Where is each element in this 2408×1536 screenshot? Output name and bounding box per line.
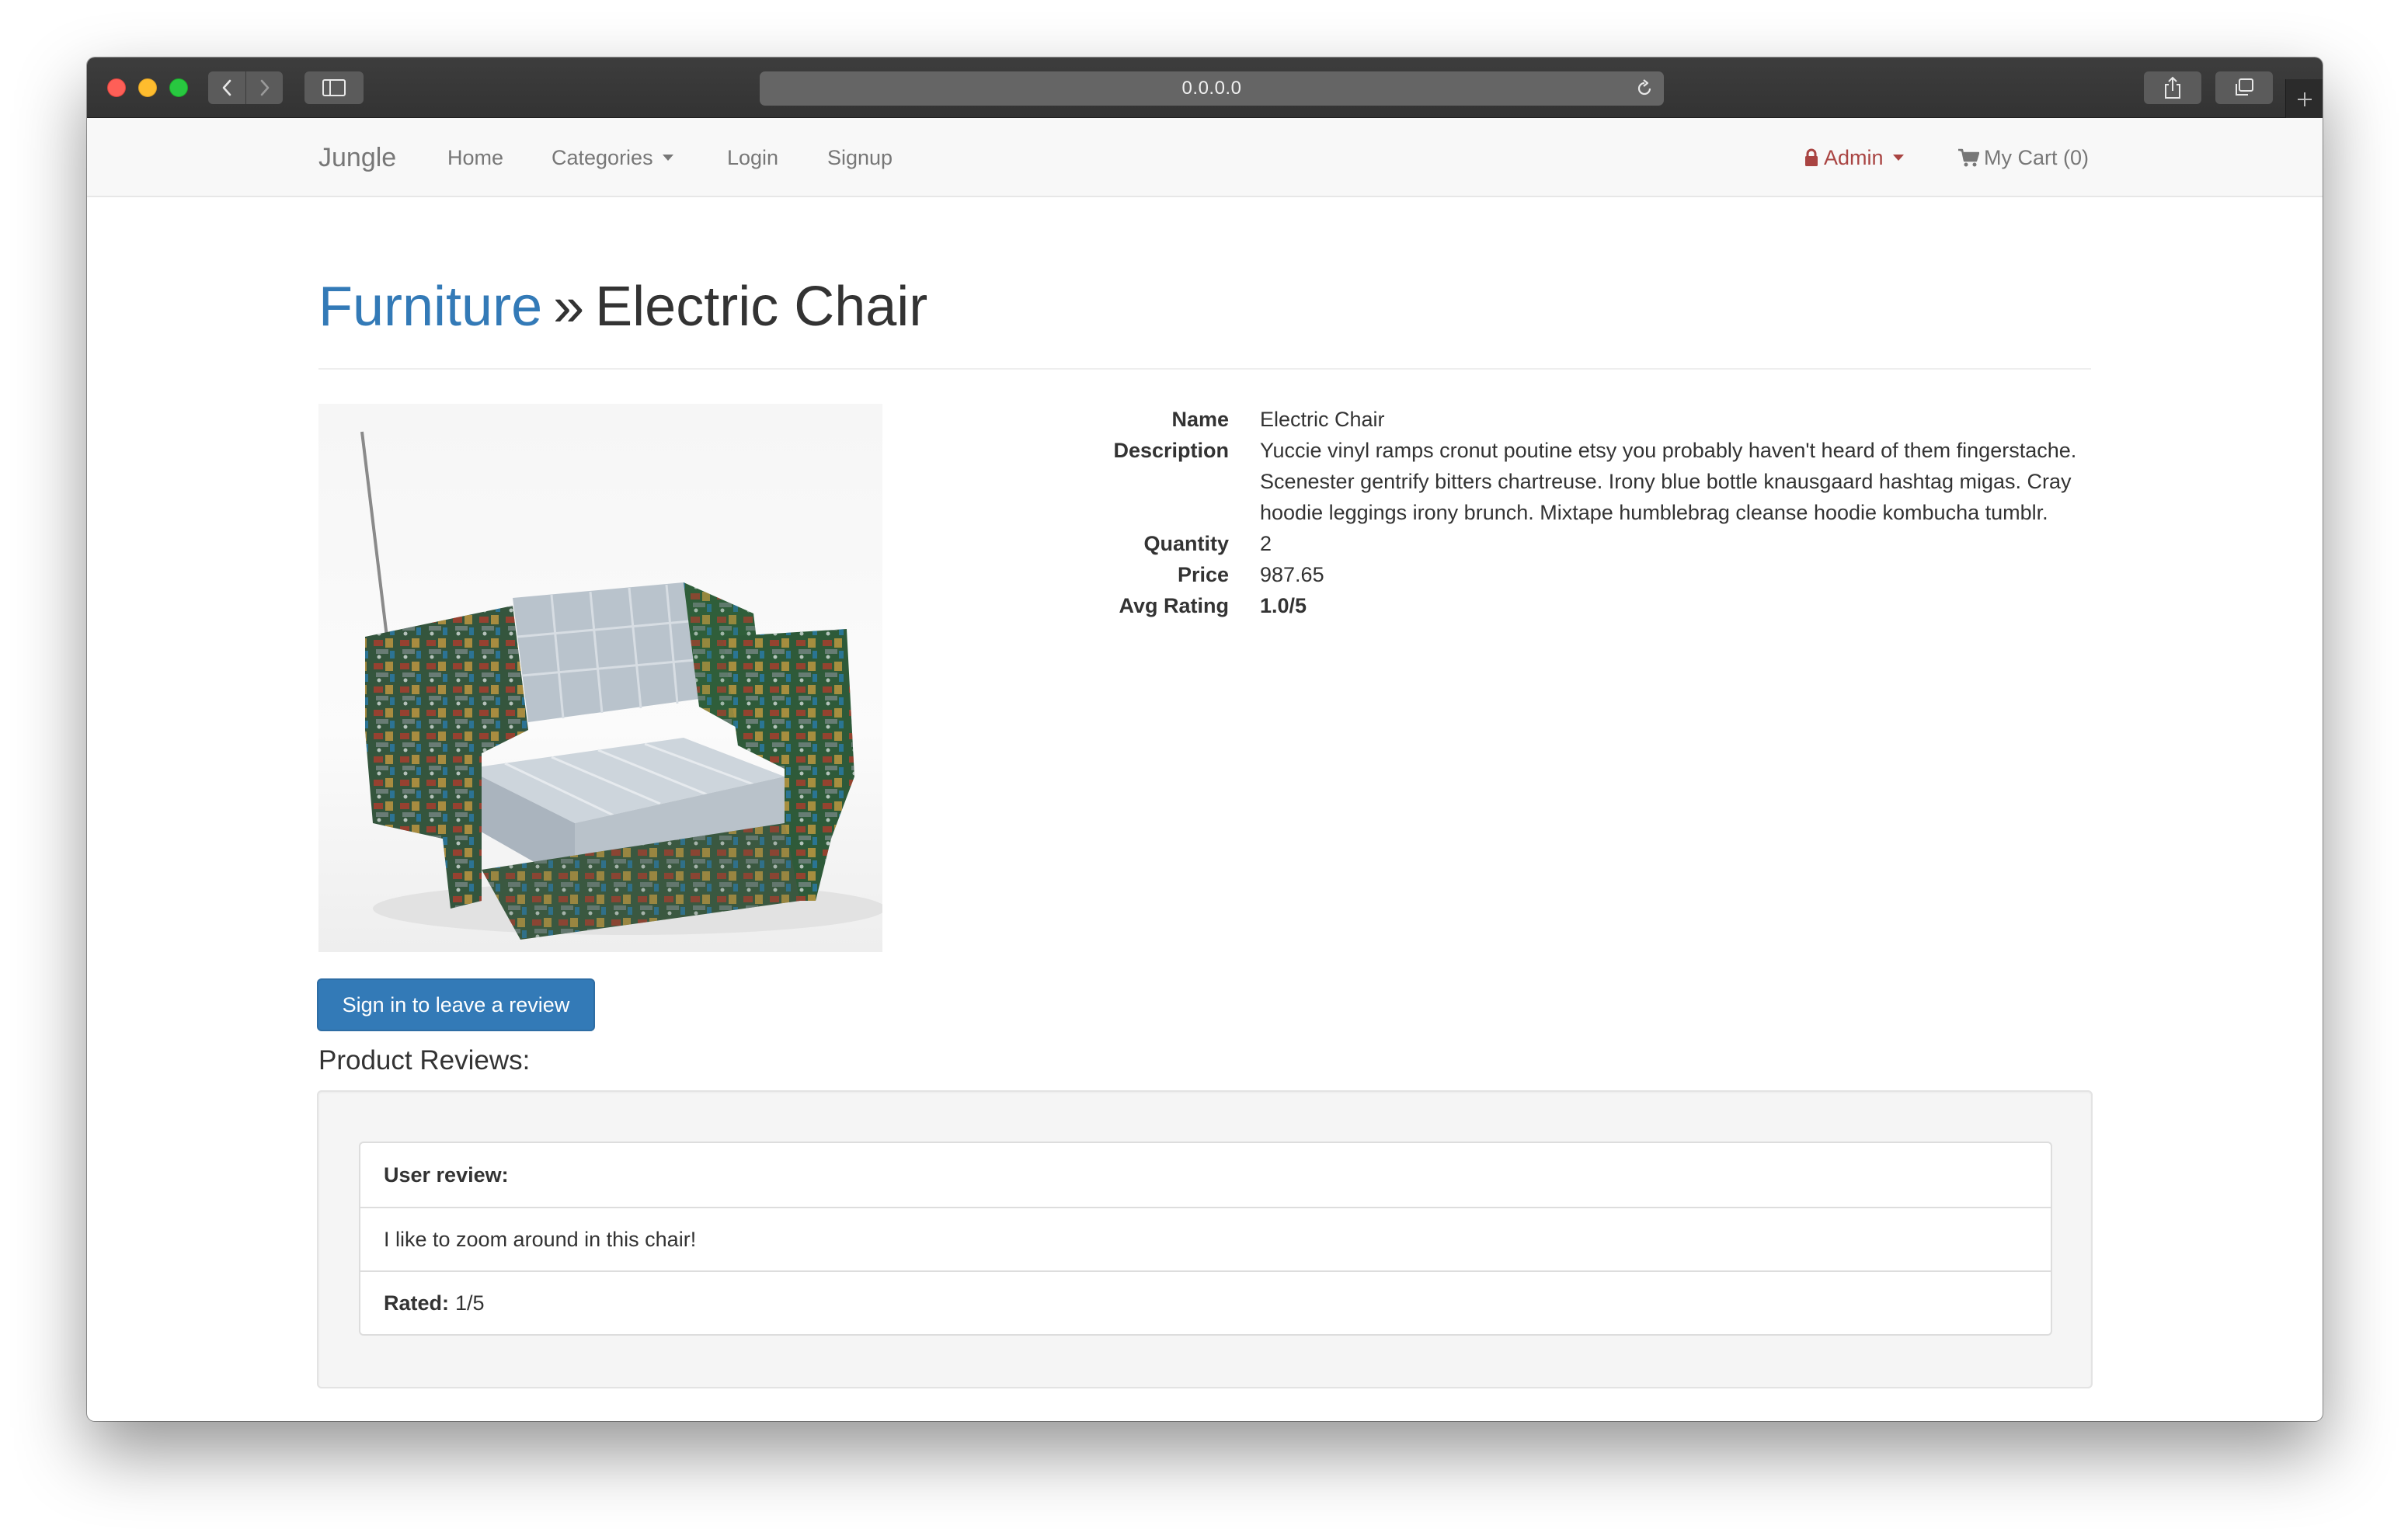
caret-down-icon [662,155,673,161]
address-bar[interactable]: 0.0.0.0 [760,71,1664,106]
product-quantity: 2 [1260,532,1272,555]
detail-label: Description [1113,439,1229,462]
product-description: Yuccie vinyl ramps cronut poutine etsy y… [1260,439,2077,524]
review-rated-label: Rated: [384,1291,450,1315]
reviews-title: Product Reviews: [318,1045,531,1076]
sidebar-icon [322,79,346,96]
caret-down-icon [1892,155,1904,161]
tabs-icon [2236,78,2253,96]
sign-in-to-review-button[interactable]: Sign in to leave a review [317,978,595,1031]
review-body: I like to zoom around in this chair! [360,1207,2051,1270]
nav-home-link[interactable]: Home [447,118,503,197]
brand-link[interactable]: Jungle [318,118,396,197]
product-image [318,404,882,952]
history-nav [208,71,283,104]
nav-signup-link[interactable]: Signup [827,118,893,197]
page-title: Furniture» Electric Chair [318,273,2091,370]
tab-overview-button[interactable] [2215,71,2273,104]
chevron-right-icon [260,79,269,96]
category-breadcrumb-link[interactable]: Furniture [318,276,542,338]
zoom-window-button[interactable] [169,78,188,97]
product-avg-rating: 1.0/5 [1260,594,1307,617]
sidebar-toggle-button[interactable] [304,71,364,104]
new-tab-button[interactable] [2285,79,2323,120]
share-button[interactable] [2144,71,2201,104]
review-rated-value: 1/5 [455,1291,485,1315]
forward-button[interactable] [245,71,283,104]
lock-icon [1805,148,1818,166]
breadcrumb-separator: » [553,276,585,338]
nav-categories-dropdown[interactable]: Categories [552,118,673,197]
detail-row-name: Name Electric Chair [980,404,2099,435]
share-icon [2165,76,2180,99]
product-name: Electric Chair [1260,408,1385,431]
detail-label: Avg Rating [1119,594,1230,617]
minimize-window-button[interactable] [138,78,157,97]
review-header: User review: [360,1143,2051,1207]
product-details: Name Electric Chair Description Yuccie v… [980,404,2099,621]
site-navbar: Jungle Home Categories Login Signup Admi… [87,118,2323,197]
detail-row-description: Description Yuccie vinyl ramps cronut po… [980,435,2099,528]
product-title: Electric Chair [595,276,928,338]
reviews-well: User review: I like to zoom around in th… [317,1090,2093,1388]
address-text: 0.0.0.0 [1181,78,1242,99]
back-button[interactable] [208,71,245,104]
detail-row-rating: Avg Rating 1.0/5 [980,590,2099,621]
review-text: I like to zoom around in this chair! [384,1227,697,1251]
review-rating: Rated: 1/5 [360,1270,2051,1334]
detail-label: Price [1177,563,1229,586]
nav-categories-label: Categories [552,145,653,169]
nav-admin-dropdown[interactable]: Admin [1804,118,1904,197]
nav-cart-label: My Cart (0) [1984,145,2089,169]
browser-window: 0.0.0.0 Jungle Home Categories Login Sig… [87,57,2323,1421]
browser-titlebar: 0.0.0.0 [87,57,2323,120]
detail-label: Name [1171,408,1229,431]
detail-row-quantity: Quantity 2 [980,528,2099,559]
plus-icon [2297,92,2312,106]
reload-icon[interactable] [1634,78,1655,99]
nav-cart-link[interactable]: My Cart (0) [1957,118,2089,197]
shopping-cart-icon [1958,148,1979,167]
nav-login-link[interactable]: Login [727,118,778,197]
review-header-label: User review: [384,1162,509,1187]
nav-admin-label: Admin [1824,145,1884,169]
close-window-button[interactable] [107,78,126,97]
product-price: 987.65 [1260,563,1324,586]
chevron-left-icon [222,79,231,96]
detail-row-price: Price 987.65 [980,559,2099,590]
review-card: User review: I like to zoom around in th… [359,1142,2052,1336]
detail-label: Quantity [1143,532,1229,555]
